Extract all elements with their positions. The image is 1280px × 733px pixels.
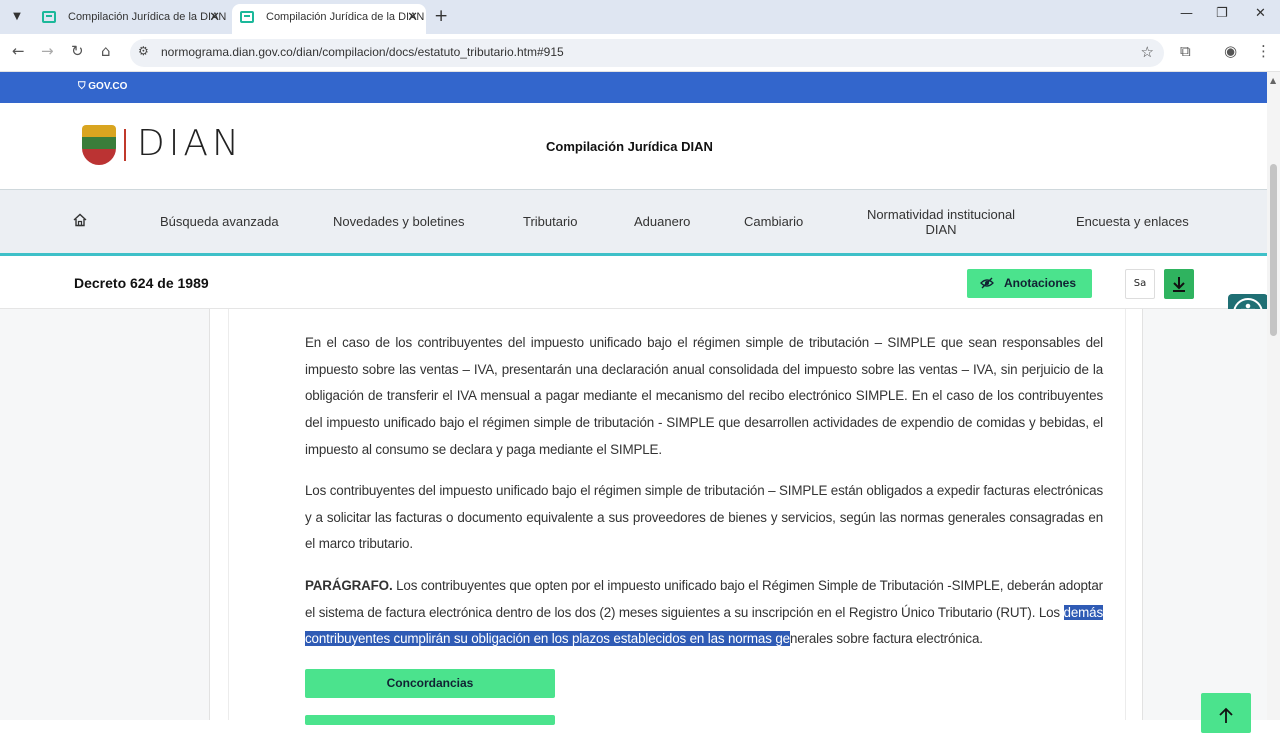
browser-toolbar: ← → ↻ ⌂ ⚙ normograma.dian.gov.co/dian/co… <box>0 34 1280 72</box>
document-body: En el caso de los contribuyentes del imp… <box>209 309 1143 725</box>
signature-button[interactable]: Sa <box>1125 269 1155 299</box>
browser-tab-2[interactable]: Compilación Jurídica de la DIAN ✕ <box>232 4 426 34</box>
home-icon[interactable]: ⌂ <box>101 42 111 60</box>
browser-tabbar: ▼ Compilación Jurídica de la DIAN ✕ Comp… <box>0 0 1280 34</box>
main-nav: Búsqueda avanzada Novedades y boletines … <box>0 190 1267 256</box>
document-title: Decreto 624 de 1989 <box>74 275 209 291</box>
close-window-icon[interactable]: ✕ <box>1255 6 1266 21</box>
document-inner: En el caso de los contribuyentes del imp… <box>228 309 1126 725</box>
annotations-button[interactable]: Anotaciones <box>967 269 1092 298</box>
forward-icon[interactable]: → <box>41 42 54 60</box>
scroll-up-icon[interactable]: ▲ <box>1270 76 1276 85</box>
paragrafo-tail: nerales sobre factura electrónica. <box>789 631 983 647</box>
page-scrollbar[interactable]: ▲ <box>1267 72 1280 720</box>
signature-label: Sa <box>1133 278 1147 289</box>
gov-co-label: GOV.CO <box>88 81 128 92</box>
site-info-icon[interactable]: ⚙ <box>138 44 149 58</box>
paragraph-facturas-electronicas: Los contribuyentes del impuesto unificad… <box>305 483 1103 552</box>
url-text[interactable]: normograma.dian.gov.co/dian/compilacion/… <box>161 45 564 59</box>
nav-busqueda-avanzada[interactable]: Búsqueda avanzada <box>160 214 279 229</box>
download-button[interactable] <box>1164 269 1194 299</box>
dian-logo[interactable]: DIAN <box>137 123 243 164</box>
paragraph-paragrafo: PARÁGRAFO. Los contribuyentes que opten … <box>305 573 1103 653</box>
arrow-up-icon <box>1219 707 1233 723</box>
tab-title: Compilación Jurídica de la DIAN <box>266 11 425 23</box>
tab-title: Compilación Jurídica de la DIAN <box>68 11 227 23</box>
scrollbar-thumb[interactable] <box>1270 164 1277 336</box>
new-tab-icon[interactable]: + <box>434 6 448 26</box>
paragrafo-label: PARÁGRAFO. <box>305 578 393 593</box>
site-header: DIAN Compilación Jurídica DIAN <box>0 103 1267 190</box>
document-toolbar: Decreto 624 de 1989 Anotaciones Sa <box>0 259 1267 309</box>
close-tab-icon[interactable]: ✕ <box>407 4 418 30</box>
profile-icon[interactable]: ◉ <box>1224 42 1237 60</box>
nav-cambiario[interactable]: Cambiario <box>744 214 803 229</box>
dian-favicon-icon <box>240 11 254 23</box>
tab-search-chevron-icon[interactable]: ▼ <box>6 7 28 27</box>
concordancias-button[interactable]: Concordancias <box>305 669 555 698</box>
close-tab-icon[interactable]: ✕ <box>209 4 220 30</box>
bookmark-star-icon[interactable]: ☆ <box>1141 43 1154 61</box>
address-bar[interactable]: ⚙ normograma.dian.gov.co/dian/compilacio… <box>130 39 1164 67</box>
gov-bar: ⛉ GOV.CO <box>0 72 1267 103</box>
nav-aduanero[interactable]: Aduanero <box>634 214 690 229</box>
nav-novedades-boletines[interactable]: Novedades y boletines <box>333 214 465 229</box>
menu-kebab-icon[interactable]: ⋮ <box>1256 42 1271 60</box>
minimize-icon[interactable]: — <box>1180 6 1193 21</box>
annotations-label: Anotaciones <box>1004 276 1077 290</box>
reload-icon[interactable]: ↻ <box>71 42 84 60</box>
back-icon[interactable]: ← <box>12 42 25 60</box>
site-title: Compilación Jurídica DIAN <box>546 139 713 154</box>
home-icon[interactable] <box>73 213 87 227</box>
colombia-coat-of-arms-icon <box>82 125 116 165</box>
gov-co-link[interactable]: ⛉ GOV.CO <box>78 81 127 92</box>
nav-tributario[interactable]: Tributario <box>523 214 577 229</box>
restore-icon[interactable]: ❐ <box>1216 6 1228 21</box>
dian-favicon-icon <box>42 11 56 23</box>
nav-normatividad-institucional[interactable]: Normatividad institucional DIAN <box>858 207 1024 237</box>
paragrafo-text: Los contribuyentes que opten por el impu… <box>305 578 1103 620</box>
back-to-top-button[interactable] <box>1201 693 1251 733</box>
extensions-icon[interactable]: ⧉ <box>1180 42 1191 60</box>
browser-tab-1[interactable]: Compilación Jurídica de la DIAN ✕ <box>34 4 228 34</box>
nav-encuesta-enlaces[interactable]: Encuesta y enlaces <box>1076 214 1189 229</box>
eye-off-icon <box>980 277 994 289</box>
next-section-button[interactable] <box>305 715 555 725</box>
paragraph-simple-iva: En el caso de los contribuyentes del imp… <box>305 335 1103 457</box>
logo-divider <box>124 129 126 161</box>
download-icon <box>1173 277 1185 292</box>
